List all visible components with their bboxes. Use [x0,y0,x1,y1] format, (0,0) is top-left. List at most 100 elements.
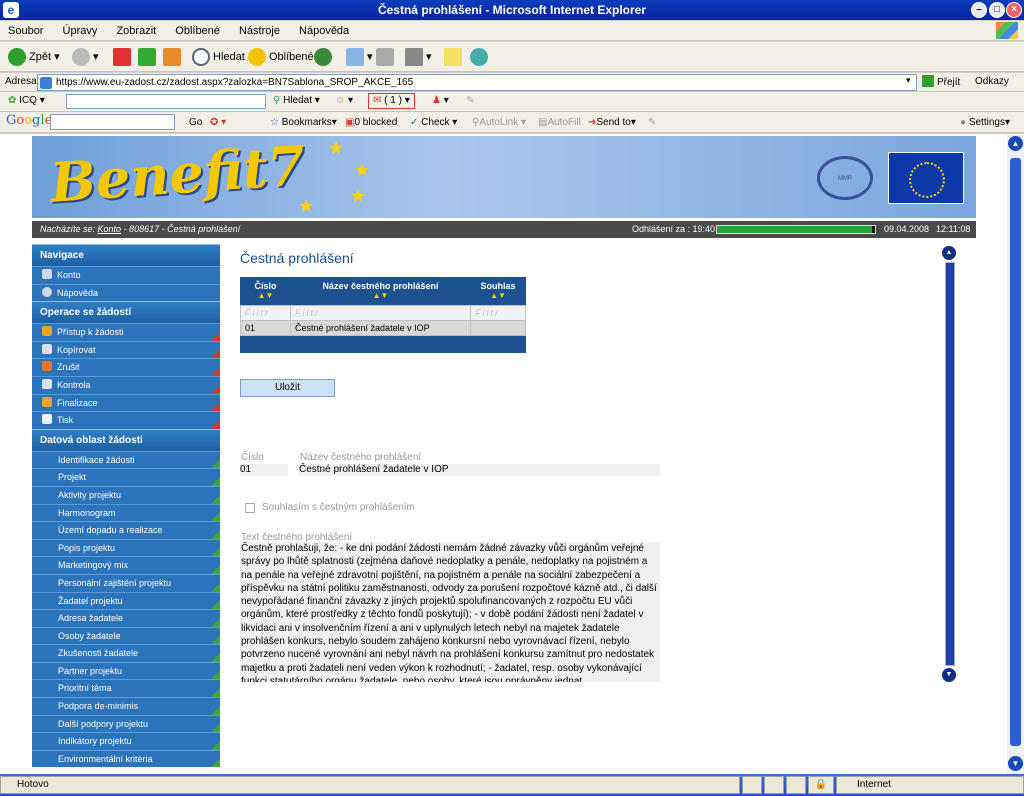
column-header-agree[interactable]: Souhlas ▲▼ [471,277,526,305]
sidebar-item-kontrola[interactable]: Kontrola [32,375,220,394]
column-header-name[interactable]: Název čestného prohlášení ▲▼ [291,277,471,305]
sidebar-item-marketing[interactable]: Marketingový mix [32,556,220,574]
cell-number: 01 [240,319,291,336]
sidebar-item-pristup[interactable]: Přístup k žádosti [32,323,220,341]
close-button[interactable]: × [1006,2,1022,18]
spellcheck-button[interactable]: ✓ Check ▾ [410,115,457,130]
google-search-input[interactable] [50,114,175,130]
menu-edit[interactable]: Úpravy [55,21,106,41]
refresh-button[interactable] [138,47,159,67]
icq-search-input[interactable] [66,94,266,109]
sidebar-item-dalsi-podpory[interactable]: Další podpory projektu [32,714,220,733]
sidebar-item-identifikace[interactable]: Identifikace žádosti [32,450,220,469]
mail-icon [346,48,364,67]
sidebar-item-deminimis[interactable]: Podpora de-minimis [32,697,220,715]
sidebar-item-prioritni[interactable]: Prioritní téma [32,679,220,698]
number-label: Číslo [241,452,264,463]
menu-help[interactable]: Nápověda [291,21,357,41]
go-button[interactable]: Přejít [922,75,960,88]
menu-favorites[interactable]: Oblíbené [167,21,228,41]
icq-contacts-button[interactable]: ♟ ▾ [432,95,449,106]
icq-tool-icon: ✎ [466,95,475,106]
person-icon: ♟ [432,95,441,106]
scroll-down-icon[interactable]: ▼ [1008,756,1023,771]
send-to-button[interactable]: ➜Send to▾ [588,115,636,130]
links-button[interactable]: Odkazy [975,76,1009,87]
sidebar-item-harmonogram[interactable]: Harmonogram [32,503,220,522]
scroll-up-icon[interactable]: ▲ [942,246,956,260]
settings-button[interactable]: ● Settings▾ [960,115,1010,130]
popup-blocker-button[interactable]: ▣0 blocked [345,115,397,130]
minimize-button[interactable]: – [971,2,987,18]
back-button[interactable]: Zpět ▾ [8,47,60,67]
mail-button[interactable]: ▾ [346,47,373,67]
filter-name[interactable]: Filtr [290,304,471,321]
maximize-button[interactable]: □ [989,2,1005,18]
sort-arrows-icon[interactable]: ▲▼ [471,291,526,300]
filter-number[interactable]: Filtr [240,304,291,321]
refresh-icon [138,48,156,67]
icq-search-button[interactable]: ⚲ Hledat ▾ [273,95,320,106]
scroll-up-icon[interactable]: ▲ [1008,136,1023,151]
sidebar-item-adresa[interactable]: Adresa žadatele [32,609,220,627]
logout-timer: Odhlášení za : 19:40 [632,224,716,234]
breadcrumb-konto-link[interactable]: Konto [98,224,122,234]
sidebar-item-kopirovat[interactable]: Kopírovat [32,340,220,359]
highlight-icon[interactable]: ✎ [648,115,656,130]
history-button[interactable] [314,47,335,67]
window-scrollbar[interactable]: ▲ ▼ [1007,134,1024,774]
forward-button[interactable]: ▾ [72,47,99,67]
address-dropdown-icon[interactable]: ▾ [906,75,911,86]
sidebar-item-uzemi[interactable]: Území dopadu a realizace [32,521,220,539]
home-button[interactable] [163,47,184,67]
scroll-thumb[interactable] [945,262,955,666]
sort-arrows-icon[interactable]: ▲▼ [291,291,471,300]
sidebar-item-partner[interactable]: Partner projektu [32,661,220,680]
autolink-button[interactable]: ⚲AutoLink ▾ [472,115,526,130]
autofill-button[interactable]: ▤AutoFill [538,115,581,130]
scroll-down-icon[interactable]: ▼ [942,668,956,682]
scroll-thumb[interactable] [1010,158,1021,746]
sidebar-item-zrusit[interactable]: Zrušit [32,358,220,376]
menu-view[interactable]: Zobrazit [108,21,164,41]
sort-arrows-icon[interactable]: ▲▼ [241,291,291,300]
sidebar-item-napoveda[interactable]: Nápověda [32,283,220,302]
table-row[interactable]: 01 Čestné prohlášení žadatele v IOP [240,319,526,336]
sidebar-item-zadatel[interactable]: Žadatel projektu [32,591,220,610]
print-button[interactable] [376,47,397,67]
icq-toolbar: ✿ ICQ ▾ ⚲ Hledat ▾ ☺ ▾ ✉ ( 1 ) ▾ ♟ ▾ ✎ [0,92,1024,112]
bookmarks-button[interactable]: ☆ Bookmarks▾ [270,115,337,130]
sidebar-item-projekt[interactable]: Projekt [32,468,220,486]
column-header-number[interactable]: Číslo ▲▼ [241,277,291,305]
favorites-button[interactable]: Oblíbené [248,47,314,67]
sidebar-item-zkusenosti[interactable]: Zkušenosti žadatele [32,644,220,662]
google-options-icon[interactable]: ✪ ▾ [210,115,226,130]
messenger-button[interactable] [470,47,491,67]
discuss-button[interactable] [444,47,465,67]
stop-button[interactable] [113,47,134,67]
sidebar-item-popis[interactable]: Popis projektu [32,538,220,557]
sidebar-item-konto[interactable]: Konto [32,266,220,284]
sidebar-item-indikatory[interactable]: Indikátory projektu [32,732,220,750]
google-go-button[interactable]: Go [189,115,202,130]
sidebar-item-finalizace[interactable]: Finalizace [32,393,220,412]
edit-button[interactable]: ▾ [405,47,432,67]
sidebar-item-tisk[interactable]: Tisk [32,411,220,429]
icq-messages-button[interactable]: ✉ ( 1 ) ▾ [368,93,415,109]
sidebar-item-aktivity[interactable]: Aktivity projektu [32,485,220,504]
sidebar-item-osoby[interactable]: Osoby žadatele [32,626,220,645]
sidebar-item-environmentalni[interactable]: Environmentální kritéria [32,749,220,768]
icq-smiley-button[interactable]: ☺ ▾ [335,95,353,106]
sidebar-item-personalni[interactable]: Personální zajištění projektu [32,573,220,592]
save-button[interactable]: Uložit [240,379,335,397]
address-input[interactable]: https://www.eu-zadost.cz/zadost.aspx?zal… [37,74,917,91]
search-button[interactable]: Hledat [192,47,245,67]
sidebar: Navigace Konto Nápověda Operace se žádos… [32,244,220,774]
menu-file[interactable]: Soubor [0,21,51,41]
content-scrollbar[interactable]: ▲ ▼ [941,246,959,682]
filter-agree[interactable]: Filtr [470,304,526,321]
icq-button[interactable]: ✿ ICQ ▾ [8,95,45,106]
agree-checkbox[interactable] [245,503,255,513]
page-viewport: Benefit7 ★ ★ ★ ★ MMR Nacházíte se: Konto… [0,134,1007,774]
menu-tools[interactable]: Nástroje [231,21,288,41]
